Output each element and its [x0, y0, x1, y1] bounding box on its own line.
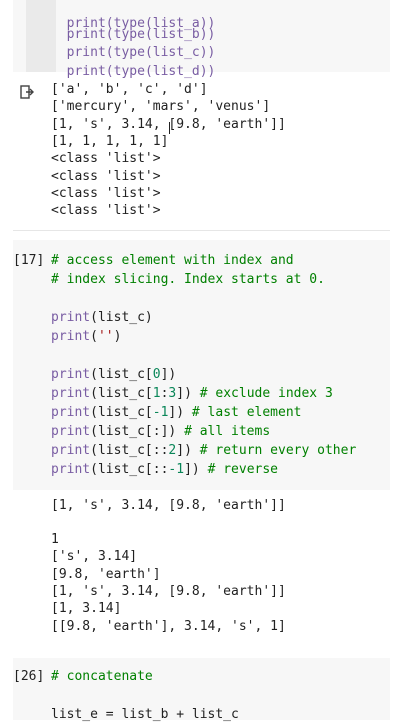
code-line: # concatenate: [51, 668, 153, 687]
code-text: print(list_c[:]) # all items: [51, 424, 271, 439]
output-line: <class 'list'>: [51, 186, 161, 201]
code-line: print(list_c): [51, 309, 153, 328]
code-line: print(list_c[:]) # all items: [51, 423, 270, 442]
code-text: print(list_c[0]): [51, 367, 177, 382]
code-line: list_e = list_b + list_c: [51, 706, 239, 725]
code-line: print(list_c[1:3]) # exclude index 3: [51, 385, 333, 404]
cell-prompt: [17]: [13, 253, 45, 268]
code-text: # access element with index and: [51, 253, 294, 268]
code-line: print(''): [51, 328, 121, 347]
output-line: [[9.8, 'earth'], 3.14, 's', 1]: [51, 619, 286, 634]
code-text: # index slicing. Index starts at 0.: [51, 272, 325, 287]
code-line: print(type(list_c)): [51, 25, 216, 60]
output-line: [1, 's', 3.14, [9.8, 'earth']]: [51, 498, 286, 513]
output-line: [9.8, 'earth']: [51, 567, 161, 582]
code-line: print(list_c[::-1]) # reverse: [51, 461, 278, 480]
text-cursor: [169, 122, 170, 134]
output-line: ['a', 'b', 'c', 'd']: [51, 82, 208, 97]
output-line: <class 'list'>: [51, 203, 161, 218]
output-line: ['s', 3.14]: [51, 549, 138, 564]
output-line: [1, 1, 1, 1, 1]: [51, 134, 169, 149]
code-text: print(list_c[-1]) # last element: [51, 405, 302, 420]
output-line: 1: [51, 532, 59, 547]
code-line: print(list_c[0]): [51, 366, 176, 385]
code-line: # access element with index and: [51, 252, 294, 271]
code-text: print(type(list_d)): [66, 63, 216, 79]
code-text: print(list_c[1:3]) # exclude index 3: [51, 386, 333, 401]
output-line: [1, 's', 3.14, [9.8, 'earth']]: [51, 584, 286, 599]
output-icon[interactable]: [19, 84, 35, 100]
cell-prompt: [26]: [13, 669, 45, 684]
output-line: ['mercury', 'mars', 'venus']: [51, 99, 271, 114]
code-line: print(list_c[::2]) # return every other: [51, 442, 356, 461]
code-line: print(type(list_b)): [51, 7, 216, 42]
code-text: print(''): [51, 329, 122, 344]
cell-divider: [13, 230, 390, 231]
output-line: <class 'list'>: [51, 151, 161, 166]
output-line: <class 'list'>: [51, 169, 161, 184]
code-line: print(list_c[-1]) # last element: [51, 404, 301, 423]
code-line: print(type(list_d)): [51, 44, 216, 79]
code-text: print(list_c[::2]) # return every other: [51, 443, 357, 458]
code-text: # concatenate: [51, 669, 153, 684]
code-line: # index slicing. Index starts at 0.: [51, 271, 325, 290]
code-text: print(list_c): [51, 310, 153, 325]
code-text: print(list_c[::-1]) # reverse: [51, 462, 279, 477]
output-line: [1, 3.14]: [51, 601, 122, 616]
